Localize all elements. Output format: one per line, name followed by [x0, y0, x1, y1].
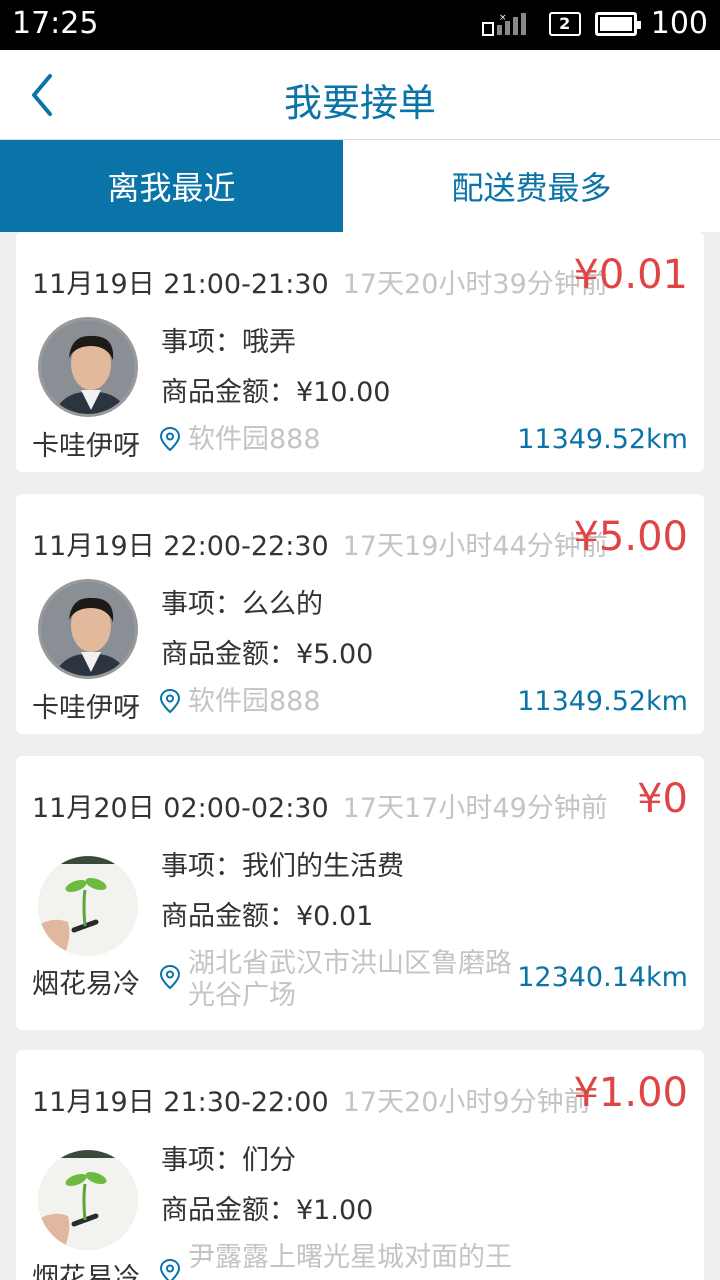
status-bar: 17:25 × 2 100	[0, 0, 720, 50]
order-item: 事项：么么的	[161, 589, 323, 620]
order-amount: 商品金额：¥10.00	[161, 377, 391, 408]
avatar	[38, 579, 138, 679]
status-time: 17:25	[12, 6, 99, 41]
order-item: 事项：哦弄	[161, 327, 296, 358]
sprout-photo-icon	[38, 856, 138, 956]
order-item: 事项：们分	[161, 1145, 296, 1176]
location-pin-icon	[159, 688, 181, 714]
order-amount: 商品金额：¥1.00	[161, 1195, 374, 1226]
avatar	[38, 856, 138, 956]
avatar	[38, 317, 138, 417]
location-pin-icon	[159, 1258, 181, 1280]
order-time: 11月19日 21:30-22:00 17天20小时9分钟前	[32, 1080, 591, 1119]
order-price: ¥1.00	[573, 1070, 688, 1116]
order-posted-ago: 17天19小时44分钟前	[342, 531, 608, 562]
order-time-range: 11月19日 22:00-22:30	[32, 531, 329, 562]
tab-nearest[interactable]: 离我最近	[0, 140, 343, 232]
order-price: ¥5.00	[573, 514, 688, 560]
order-posted-ago: 17天17小时49分钟前	[342, 793, 608, 824]
order-distance: 11349.52km	[517, 686, 688, 717]
sim-icon: 2	[548, 11, 581, 36]
order-time-range: 11月20日 02:00-02:30	[32, 793, 329, 824]
man-portrait-icon	[41, 320, 135, 414]
order-distance: 12340.14km	[517, 962, 688, 993]
avatar	[38, 1150, 138, 1250]
order-posted-ago: 17天20小时39分钟前	[342, 269, 608, 300]
order-amount: 商品金额：¥5.00	[161, 639, 374, 670]
battery-icon	[594, 11, 641, 36]
order-address: 尹露露上曙光星城对面的王	[188, 1242, 512, 1273]
order-distance: 11349.52km	[517, 424, 688, 455]
order-address: 软件园888	[188, 686, 321, 717]
order-time-range: 11月19日 21:30-22:00	[32, 1087, 329, 1118]
battery-fill	[599, 16, 632, 31]
customer-name: 卡哇伊呀	[32, 693, 140, 724]
order-price: ¥0.01	[573, 252, 688, 298]
order-address: 软件园888	[188, 424, 321, 455]
order-time: 11月19日 22:00-22:30 17天19小时44分钟前	[32, 524, 608, 563]
signal-icon: ×	[481, 12, 526, 36]
location-pin-icon	[159, 426, 181, 452]
tab-bar: 离我最近 配送费最多	[0, 140, 720, 232]
order-list: 11月19日 21:00-21:30 17天20小时39分钟前 ¥0.01 事项：…	[0, 232, 720, 1280]
order-time: 11月20日 02:00-02:30 17天17小时49分钟前	[32, 786, 608, 825]
order-posted-ago: 17天20小时9分钟前	[342, 1087, 591, 1118]
order-address: 湖北省武汉市洪山区鲁磨路光谷广场	[188, 948, 512, 1011]
order-card[interactable]: 11月19日 21:00-21:30 17天20小时39分钟前 ¥0.01 事项：…	[16, 232, 704, 472]
battery-percent: 100	[650, 6, 708, 41]
customer-name: 卡哇伊呀	[32, 431, 140, 462]
order-card[interactable]: 11月19日 21:30-22:00 17天20小时9分钟前 ¥1.00 事项：们…	[16, 1050, 704, 1280]
tab-most-fee[interactable]: 配送费最多	[343, 140, 720, 232]
nav-bar: 我要接单	[0, 50, 720, 140]
status-icons: × 2 100	[481, 6, 708, 41]
order-time-range: 11月19日 21:00-21:30	[32, 269, 329, 300]
customer-name: 烟花易冷	[32, 969, 140, 1000]
order-time: 11月19日 21:00-21:30 17天20小时39分钟前	[32, 262, 608, 301]
location-pin-icon	[159, 964, 181, 990]
man-portrait-icon	[41, 582, 135, 676]
order-price: ¥0	[637, 776, 688, 822]
customer-name: 烟花易冷	[32, 1263, 140, 1280]
order-card[interactable]: 11月20日 02:00-02:30 17天17小时49分钟前 ¥0 事项：我们的…	[16, 756, 704, 1030]
svg-text:×: ×	[499, 13, 507, 23]
order-card[interactable]: 11月19日 22:00-22:30 17天19小时44分钟前 ¥5.00 事项：…	[16, 494, 704, 734]
order-item: 事项：我们的生活费	[161, 851, 404, 882]
order-amount: 商品金额：¥0.01	[161, 901, 374, 932]
page-title: 我要接单	[283, 81, 436, 125]
sprout-photo-icon	[38, 1150, 138, 1250]
